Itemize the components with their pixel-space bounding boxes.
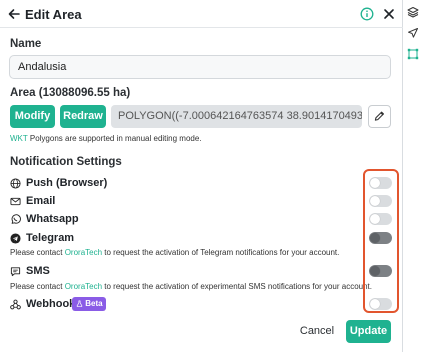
- wkt-note: WKT Polygons are supported in manual edi…: [10, 134, 202, 143]
- mail-icon: [10, 197, 21, 206]
- telegram-label: Telegram: [26, 232, 75, 244]
- polygon-select-icon[interactable]: [407, 48, 419, 60]
- polygon-wkt-field[interactable]: POLYGON((-7.000642164763574 38.901417049…: [111, 105, 362, 128]
- name-label: Name: [10, 38, 42, 50]
- globe-icon: [10, 178, 21, 189]
- close-icon[interactable]: [382, 7, 396, 21]
- telegram-icon: [10, 233, 21, 244]
- redraw-button[interactable]: Redraw: [60, 105, 106, 128]
- area-label: Area (13088096.55 ha): [10, 87, 131, 99]
- whatsapp-label: Whatsapp: [26, 213, 79, 225]
- info-icon[interactable]: [360, 7, 374, 21]
- telegram-note: Please contact OroraTech to request the …: [10, 248, 340, 257]
- sms-icon: [10, 267, 21, 277]
- name-input[interactable]: [9, 55, 391, 79]
- ororatech-link[interactable]: OroraTech: [65, 282, 102, 291]
- whatsapp-icon: [11, 214, 21, 224]
- pencil-icon: [374, 111, 384, 121]
- cancel-button[interactable]: Cancel: [294, 320, 340, 343]
- notification-settings-heading: Notification Settings: [10, 156, 122, 168]
- page-title: Edit Area: [25, 7, 82, 22]
- right-tool-rail: [403, 0, 423, 352]
- webhook-label: Webhook: [26, 298, 76, 310]
- flask-icon: [76, 300, 83, 307]
- webhook-icon: [10, 299, 21, 310]
- sms-note: Please contact OroraTech to request the …: [10, 282, 372, 291]
- edit-polygon-button[interactable]: [368, 105, 391, 128]
- update-button[interactable]: Update: [346, 320, 391, 343]
- sms-label: SMS: [26, 265, 50, 277]
- modify-button[interactable]: Modify: [10, 105, 55, 128]
- back-arrow-icon[interactable]: [7, 7, 21, 21]
- push-browser-label: Push (Browser): [26, 177, 108, 189]
- layers-icon[interactable]: [407, 6, 419, 18]
- navigation-icon[interactable]: [407, 27, 419, 39]
- toggles-highlight: [363, 169, 399, 313]
- beta-badge: Beta: [72, 297, 106, 311]
- wkt-link[interactable]: WKT: [10, 134, 28, 143]
- panel-header: Edit Area: [0, 0, 403, 28]
- email-label: Email: [26, 195, 56, 207]
- ororatech-link[interactable]: OroraTech: [65, 248, 102, 257]
- edit-area-panel: Edit Area Name Area (13088096.55 ha) Mod…: [0, 0, 403, 352]
